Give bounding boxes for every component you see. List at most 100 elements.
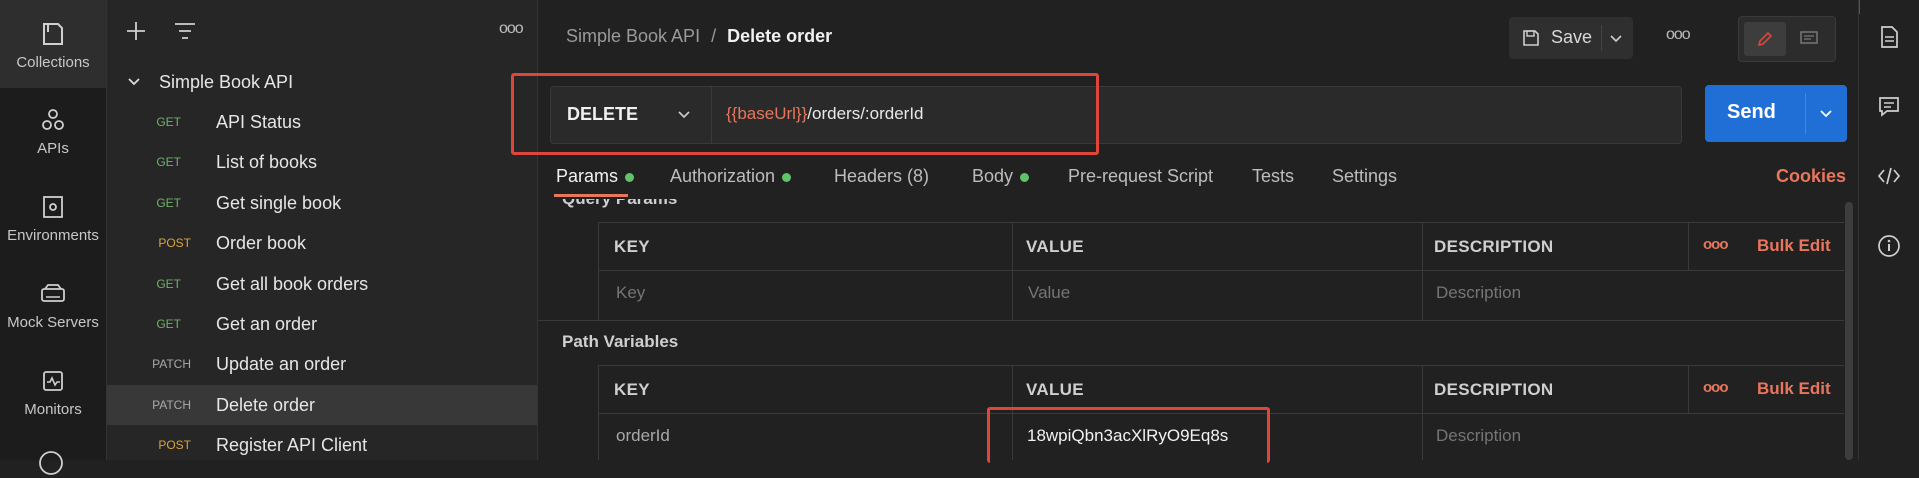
- send-button[interactable]: Send: [1727, 101, 1776, 124]
- query-key-input[interactable]: [614, 282, 998, 304]
- info-icon[interactable]: [1876, 233, 1902, 259]
- rail-label: Environments: [7, 227, 99, 244]
- code-icon[interactable]: [1876, 163, 1902, 189]
- breadcrumb-parent[interactable]: Simple Book API: [566, 26, 700, 46]
- request-method-badge: GET: [156, 317, 181, 331]
- panel-more-button[interactable]: ooo: [499, 20, 524, 38]
- tab-pre-request-script[interactable]: Pre-request Script: [1068, 166, 1213, 187]
- tab-label: Settings: [1332, 166, 1398, 186]
- request-method-badge: GET: [156, 276, 181, 291]
- tab-headers-8[interactable]: Headers (8): [834, 166, 929, 187]
- request-item[interactable]: PATCH Delete order: [107, 384, 537, 425]
- request-item[interactable]: GET API Status: [107, 102, 537, 142]
- column-header-value: VALUE: [1026, 237, 1084, 256]
- right-sidebar: [1858, 0, 1919, 460]
- mode-toggle: [1738, 16, 1836, 62]
- request-item[interactable]: POST Register API Client: [107, 425, 537, 465]
- request-method-badge: POST: [158, 236, 191, 251]
- divider: [1012, 222, 1013, 320]
- tab-label: Pre-request Script: [1068, 166, 1214, 186]
- tab-authorization[interactable]: Authorization: [670, 166, 792, 187]
- chevron-down-icon: [128, 78, 140, 86]
- query-description-input[interactable]: [1434, 282, 1818, 304]
- tab-tests[interactable]: Tests: [1252, 166, 1294, 187]
- request-name: API Status: [216, 112, 302, 132]
- divider: [1688, 365, 1689, 413]
- save-button-group: Save: [1509, 17, 1633, 59]
- comment-icon[interactable]: [1799, 30, 1819, 48]
- cookies-link[interactable]: Cookies: [1776, 166, 1846, 187]
- status-dot: [782, 172, 792, 182]
- request-name: Get an order: [216, 314, 318, 334]
- request-method-badge: PATCH: [152, 357, 191, 372]
- breadcrumb-separator: /: [711, 26, 717, 46]
- query-more-button[interactable]: ooo: [1703, 236, 1728, 253]
- divider: [1422, 222, 1423, 320]
- send-button-group: Send: [1705, 85, 1847, 142]
- rail-label: Monitors: [24, 401, 82, 418]
- collections-panel: ooo Simple Book API GET API Status GET List…: [107, 0, 538, 460]
- chevron-down-icon[interactable]: [1819, 107, 1833, 121]
- column-header-description: DESCRIPTION: [1434, 380, 1554, 399]
- path-variables-title: Path Variables: [562, 332, 679, 351]
- query-value-input[interactable]: [1026, 282, 1410, 304]
- column-header-description: DESCRIPTION: [1434, 237, 1554, 256]
- tab-params[interactable]: Params: [556, 166, 635, 187]
- scrollbar[interactable]: [1845, 202, 1853, 460]
- save-label: Save: [1551, 27, 1593, 47]
- request-name: Delete order: [216, 394, 316, 415]
- highlight-url-box: [511, 73, 1099, 155]
- path-bulk-edit-button[interactable]: Bulk Edit: [1757, 379, 1831, 399]
- plus-icon[interactable]: [125, 20, 147, 42]
- tab-label: Body: [972, 166, 1014, 186]
- path-more-button[interactable]: ooo: [1703, 379, 1728, 396]
- path-description-input[interactable]: [1434, 425, 1818, 447]
- rail-item-environments[interactable]: Environments: [0, 193, 106, 244]
- request-name: Register API Client: [216, 435, 368, 456]
- column-header-key: KEY: [614, 237, 650, 256]
- filter-icon[interactable]: [173, 20, 197, 42]
- rail-item-mock-servers[interactable]: Mock Servers: [0, 280, 106, 331]
- documentation-icon[interactable]: [1876, 24, 1902, 50]
- rail-label: Collections: [16, 54, 90, 71]
- rail-item-apis[interactable]: APIs: [0, 106, 106, 157]
- chevron-down-icon[interactable]: [1609, 32, 1623, 46]
- request-item[interactable]: GET Get single book: [107, 183, 537, 223]
- request-name: List of books: [216, 152, 318, 173]
- history-icon[interactable]: [36, 448, 66, 478]
- rail-label: Mock Servers: [7, 314, 99, 331]
- divider: [538, 320, 1844, 321]
- request-name: Get single book: [216, 192, 342, 213]
- tab-label: Params: [556, 166, 619, 186]
- query-bulk-edit-button[interactable]: Bulk Edit: [1757, 236, 1831, 256]
- request-item[interactable]: POST Order book: [107, 223, 537, 263]
- status-dot: [625, 172, 635, 182]
- request-name: Order book: [216, 233, 307, 254]
- request-item[interactable]: GET List of books: [107, 142, 537, 182]
- active-tab-indicator: [554, 194, 628, 197]
- divider: [1601, 25, 1602, 51]
- save-button[interactable]: Save: [1509, 17, 1601, 59]
- divider: [1688, 222, 1689, 270]
- divider: [1859, 0, 1860, 14]
- status-dot: [1020, 172, 1030, 182]
- edit-mode-button[interactable]: [1744, 22, 1786, 56]
- request-item[interactable]: PATCH Update an order: [107, 344, 537, 384]
- tab-settings[interactable]: Settings: [1332, 166, 1397, 187]
- request-item[interactable]: GET Get an order: [107, 304, 537, 344]
- tab-body[interactable]: Body: [972, 166, 1030, 187]
- page-title: Delete order: [727, 26, 833, 46]
- request-method-badge: GET: [156, 195, 181, 210]
- highlight-value-box: [987, 407, 1270, 463]
- environments-icon: [43, 196, 63, 218]
- rail-item-collections[interactable]: Collections: [0, 0, 106, 88]
- apis-icon: [42, 109, 64, 130]
- rail-item-monitors[interactable]: Monitors: [0, 367, 106, 418]
- pencil-icon: [1757, 31, 1773, 47]
- collection-root[interactable]: Simple Book API: [107, 62, 537, 102]
- request-item[interactable]: GET Get all book orders: [107, 264, 537, 304]
- comments-icon[interactable]: [1876, 94, 1902, 120]
- more-options-button[interactable]: ooo: [1666, 26, 1691, 44]
- request-method-badge: GET: [156, 155, 181, 170]
- query-params-title: Query Params: [562, 189, 678, 208]
